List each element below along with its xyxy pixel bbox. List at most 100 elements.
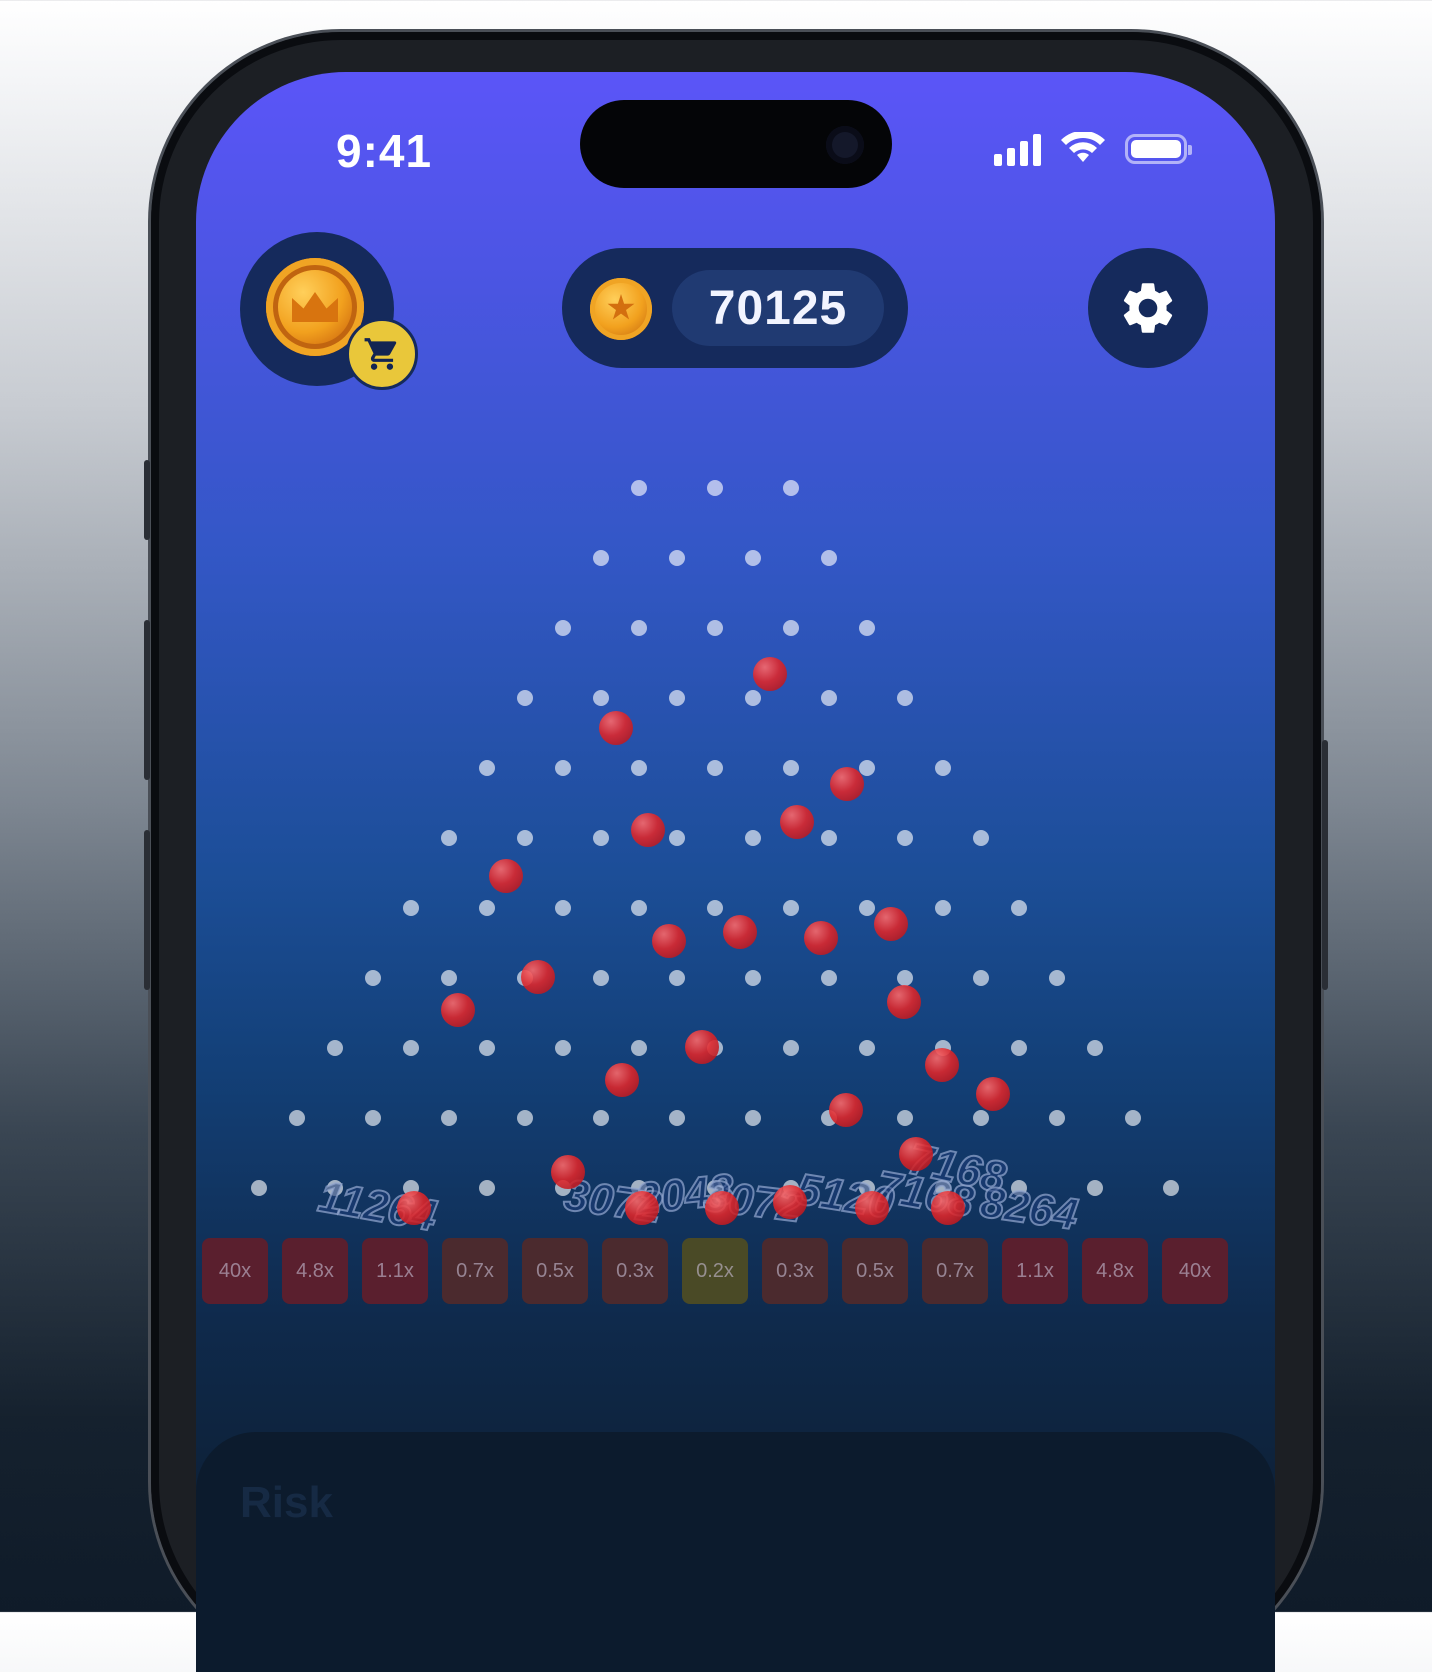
plinko-ball <box>925 1048 959 1082</box>
peg <box>1049 970 1065 986</box>
plinko-ball <box>976 1077 1010 1111</box>
peg <box>555 1180 571 1196</box>
peg <box>821 970 837 986</box>
peg <box>1049 1110 1065 1126</box>
power-button <box>1322 740 1328 990</box>
settings-button[interactable] <box>1088 248 1208 368</box>
plinko-ball <box>551 1155 585 1189</box>
peg <box>593 830 609 846</box>
peg <box>631 900 647 916</box>
peg <box>1087 1040 1103 1056</box>
plinko-ball <box>874 907 908 941</box>
peg <box>593 550 609 566</box>
peg <box>403 1040 419 1056</box>
peg <box>365 970 381 986</box>
gear-icon <box>1123 283 1173 333</box>
peg <box>479 1180 495 1196</box>
multiplier-row: 40x 4.8x 1.1x 0.7x 0.5x 0.3x 0.2x 0.3x 0.5x 0.7x 1… <box>202 1238 1228 1304</box>
mute-switch <box>144 460 150 540</box>
multiplier-bucket: 0.5x <box>842 1238 908 1304</box>
peg <box>783 900 799 916</box>
status-icons <box>994 132 1192 166</box>
risk-label: Risk <box>240 1478 333 1527</box>
peg <box>973 1110 989 1126</box>
floating-win: 7168 <box>872 1161 979 1228</box>
peg <box>783 480 799 496</box>
peg <box>859 620 875 636</box>
plinko-ball <box>625 1191 659 1225</box>
plinko-ball <box>931 1191 965 1225</box>
peg <box>1011 1040 1027 1056</box>
peg <box>555 1040 571 1056</box>
peg <box>631 760 647 776</box>
peg <box>631 480 647 496</box>
peg <box>707 1040 723 1056</box>
peg <box>327 1180 343 1196</box>
floating-win: 5120 <box>792 1164 898 1230</box>
peg <box>1125 1110 1141 1126</box>
multiplier-bucket: 0.3x <box>762 1238 828 1304</box>
balance-value: 70125 <box>672 270 884 346</box>
peg <box>555 620 571 636</box>
cellular-signal-icon <box>994 132 1041 166</box>
multiplier-bucket: 0.5x <box>522 1238 588 1304</box>
peg <box>631 1040 647 1056</box>
peg <box>669 970 685 986</box>
peg <box>1163 1180 1179 1196</box>
peg <box>517 830 533 846</box>
multiplier-bucket: 4.8x <box>282 1238 348 1304</box>
wifi-icon <box>1061 132 1105 162</box>
multiplier-bucket: 0.7x <box>922 1238 988 1304</box>
peg <box>935 1040 951 1056</box>
plinko-ball <box>753 657 787 691</box>
plinko-ball <box>723 915 757 949</box>
multiplier-bucket: 4.8x <box>1082 1238 1148 1304</box>
plinko-ball <box>899 1137 933 1171</box>
peg <box>669 550 685 566</box>
peg <box>935 900 951 916</box>
peg <box>859 1180 875 1196</box>
peg <box>707 1180 723 1196</box>
peg <box>897 1110 913 1126</box>
floating-win: 8264 <box>976 1176 1082 1240</box>
peg <box>745 970 761 986</box>
cart-icon[interactable] <box>346 318 418 390</box>
dynamic-island <box>580 100 892 188</box>
peg <box>593 1110 609 1126</box>
peg <box>859 1040 875 1056</box>
peg <box>897 830 913 846</box>
peg <box>821 690 837 706</box>
peg <box>403 900 419 916</box>
plinko-ball <box>397 1191 431 1225</box>
peg <box>517 690 533 706</box>
peg <box>251 1180 267 1196</box>
multiplier-bucket: 1.1x <box>1002 1238 1068 1304</box>
peg <box>973 970 989 986</box>
multiplier-bucket: 40x <box>1162 1238 1228 1304</box>
peg <box>745 690 761 706</box>
peg <box>479 900 495 916</box>
plinko-ball <box>804 921 838 955</box>
plinko-ball <box>652 924 686 958</box>
balance-display: 70125 <box>562 248 908 368</box>
peg <box>441 1110 457 1126</box>
peg <box>365 1110 381 1126</box>
plinko-ball <box>855 1191 889 1225</box>
plinko-ball <box>521 960 555 994</box>
peg <box>783 620 799 636</box>
volume-down-button <box>144 830 150 990</box>
peg <box>783 1180 799 1196</box>
multiplier-bucket: 0.3x <box>602 1238 668 1304</box>
plinko-ball <box>631 813 665 847</box>
peg <box>669 690 685 706</box>
peg <box>821 830 837 846</box>
peg <box>707 480 723 496</box>
plinko-ball <box>773 1185 807 1219</box>
peg <box>707 620 723 636</box>
peg <box>745 830 761 846</box>
status-time: 9:41 <box>336 125 433 177</box>
peg <box>327 1040 343 1056</box>
peg <box>821 550 837 566</box>
peg <box>897 690 913 706</box>
peg <box>935 1180 951 1196</box>
